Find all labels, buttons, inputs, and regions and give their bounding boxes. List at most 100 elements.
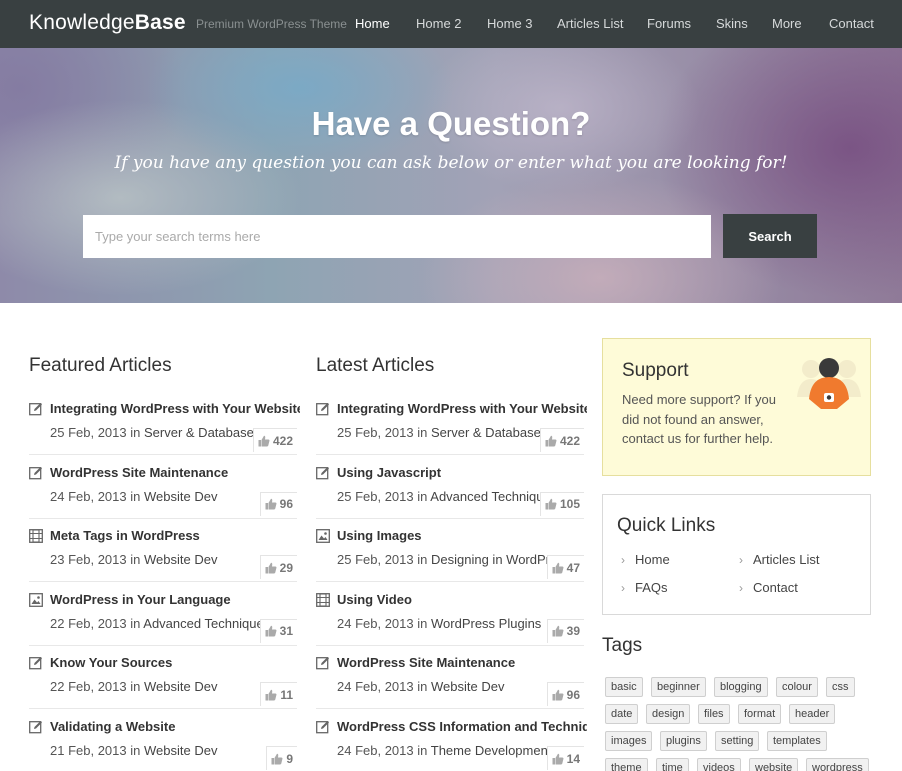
- tag-plugins[interactable]: plugins: [660, 731, 707, 751]
- like-count-badge[interactable]: 47: [546, 555, 584, 580]
- like-count-badge[interactable]: 422: [252, 428, 297, 452]
- support-text: Need more support? If you did not found …: [622, 392, 776, 446]
- like-count-badge[interactable]: 9: [266, 746, 297, 770]
- like-count-badge[interactable]: 31: [259, 618, 297, 643]
- article-title-link[interactable]: Validating a Website: [50, 719, 300, 734]
- tag-basic[interactable]: basic: [605, 677, 643, 697]
- article-title-link[interactable]: Using Video: [337, 592, 587, 607]
- article-category-link[interactable]: Server & Database: [144, 425, 254, 440]
- tag-templates[interactable]: templates: [767, 731, 827, 751]
- tag-colour[interactable]: colour: [776, 677, 818, 697]
- article-category-link[interactable]: Website Dev: [144, 679, 217, 694]
- article-date: 25 Feb, 2013: [337, 425, 414, 440]
- article-title-link[interactable]: WordPress in Your Language: [50, 592, 300, 607]
- like-count-badge[interactable]: 11: [260, 682, 297, 707]
- like-count-badge[interactable]: 422: [539, 428, 584, 452]
- article-title-link[interactable]: Using Images: [337, 528, 587, 543]
- article-title-link[interactable]: Know Your Sources: [50, 655, 300, 670]
- article-title-link[interactable]: Using Javascript: [337, 465, 587, 480]
- tag-header[interactable]: header: [789, 704, 836, 724]
- article-title-link[interactable]: WordPress CSS Information and Techniques: [337, 719, 587, 734]
- like-count-badge[interactable]: 105: [539, 491, 584, 516]
- hero-subtitle: If you have any question you can ask bel…: [114, 153, 788, 173]
- article-category-link[interactable]: Theme Development: [431, 743, 552, 758]
- article-category-link[interactable]: Website Dev: [144, 552, 217, 567]
- nav-home-3[interactable]: Home 3: [487, 16, 533, 31]
- tag-setting[interactable]: setting: [715, 731, 760, 751]
- search-input[interactable]: [83, 215, 711, 258]
- like-count-badge[interactable]: 96: [259, 491, 297, 516]
- thumbs-up-icon: [265, 498, 277, 510]
- tag-wordpress[interactable]: wordpress: [806, 758, 869, 771]
- article-in-label: in: [417, 679, 428, 695]
- article-category-link[interactable]: Advanced Techniques: [430, 489, 552, 504]
- nav-skins[interactable]: Skins: [716, 16, 748, 31]
- quick-link-home[interactable]: › Home: [621, 552, 670, 567]
- tag-blogging[interactable]: blogging: [714, 677, 768, 697]
- tag-videos[interactable]: videos: [697, 758, 741, 771]
- nav-contact[interactable]: Contact: [829, 16, 874, 31]
- tag-css[interactable]: css: [826, 677, 855, 697]
- article-category-link[interactable]: Website Dev: [431, 679, 504, 694]
- tag-date[interactable]: date: [605, 704, 639, 724]
- article-title-link[interactable]: WordPress Site Maintenance: [337, 655, 587, 670]
- nav-articles-list[interactable]: Articles List: [557, 16, 623, 31]
- article-date: 24 Feb, 2013: [50, 488, 127, 504]
- article-meta: 24 Feb, 2013 in WordPress Plugins: [337, 616, 552, 631]
- article-in-label: in: [417, 743, 428, 758]
- article-item: Meta Tags in WordPress 23 Feb, 2013 in We…: [29, 526, 300, 583]
- article-date: 24 Feb, 2013: [337, 679, 414, 695]
- quick-link-faqs[interactable]: › FAQs: [621, 580, 668, 595]
- tag-beginner[interactable]: beginner: [651, 677, 706, 697]
- like-count-badge[interactable]: 14: [546, 746, 584, 770]
- quick-link-contact[interactable]: › Contact: [739, 580, 798, 595]
- article-in-label: in: [130, 425, 141, 440]
- like-count: 96: [566, 687, 580, 702]
- article-date: 22 Feb, 2013: [50, 615, 127, 631]
- nav-more[interactable]: More: [772, 16, 802, 31]
- like-count-badge[interactable]: 39: [546, 618, 584, 643]
- tag-cloud: basic beginner blogging colour css date design…: [605, 677, 875, 771]
- like-count-badge[interactable]: 96: [546, 682, 584, 707]
- article-category-link[interactable]: Server & Database: [431, 425, 541, 440]
- like-count-badge[interactable]: 29: [259, 555, 297, 580]
- thumbs-up-icon: [552, 562, 564, 574]
- article-item: Validating a Website 21 Feb, 2013 in Webs…: [29, 717, 297, 771]
- quick-link-articles-list[interactable]: › Articles List: [739, 552, 819, 567]
- tag-website[interactable]: website: [749, 758, 799, 771]
- tag-design[interactable]: design: [646, 704, 691, 724]
- tag-files[interactable]: files: [698, 704, 730, 724]
- article-title-link[interactable]: Meta Tags in WordPress: [50, 528, 300, 543]
- thumbs-up-icon: [552, 626, 564, 637]
- nav-forums[interactable]: Forums: [647, 16, 691, 31]
- video-icon: [316, 592, 330, 607]
- edit-icon: [316, 720, 330, 734]
- article-category-link[interactable]: Advanced Techniques: [143, 616, 265, 631]
- article-in-label: in: [417, 552, 428, 568]
- tag-theme[interactable]: theme: [605, 758, 648, 771]
- support-box: Support Need more support? If you did no…: [602, 338, 871, 476]
- article-category-link[interactable]: Designing in WordPress: [431, 552, 552, 567]
- nav-home[interactable]: Home: [355, 16, 390, 31]
- article-title-link[interactable]: Integrating WordPress with Your Website: [337, 401, 587, 416]
- thumbs-up-icon: [258, 435, 270, 446]
- article-item: WordPress CSS Information and Techniques…: [316, 717, 587, 771]
- like-count: 422: [559, 433, 580, 448]
- support-title: Support: [622, 360, 689, 381]
- article-item: WordPress in Your Language 22 Feb, 2013 i…: [29, 590, 297, 646]
- article-category-link[interactable]: WordPress Plugins: [431, 616, 541, 631]
- search-button[interactable]: Search: [723, 214, 817, 258]
- article-in-label: in: [130, 488, 141, 504]
- article-item: Using Images 25 Feb, 2013 in Designing in…: [316, 526, 587, 583]
- article-title-link[interactable]: Integrating WordPress with Your Website: [50, 401, 300, 416]
- tag-images[interactable]: images: [605, 731, 653, 751]
- tag-time[interactable]: time: [656, 758, 689, 771]
- article-category-link[interactable]: Website Dev: [144, 489, 217, 504]
- thumbs-up-icon: [265, 562, 277, 574]
- article-title-link[interactable]: WordPress Site Maintenance: [50, 465, 300, 480]
- article-meta: 23 Feb, 2013 in Website Dev: [50, 552, 265, 567]
- tag-format[interactable]: format: [738, 704, 782, 724]
- nav-home-2[interactable]: Home 2: [416, 16, 462, 31]
- article-category-link[interactable]: Website Dev: [144, 743, 217, 758]
- thumbs-up-icon: [552, 753, 564, 764]
